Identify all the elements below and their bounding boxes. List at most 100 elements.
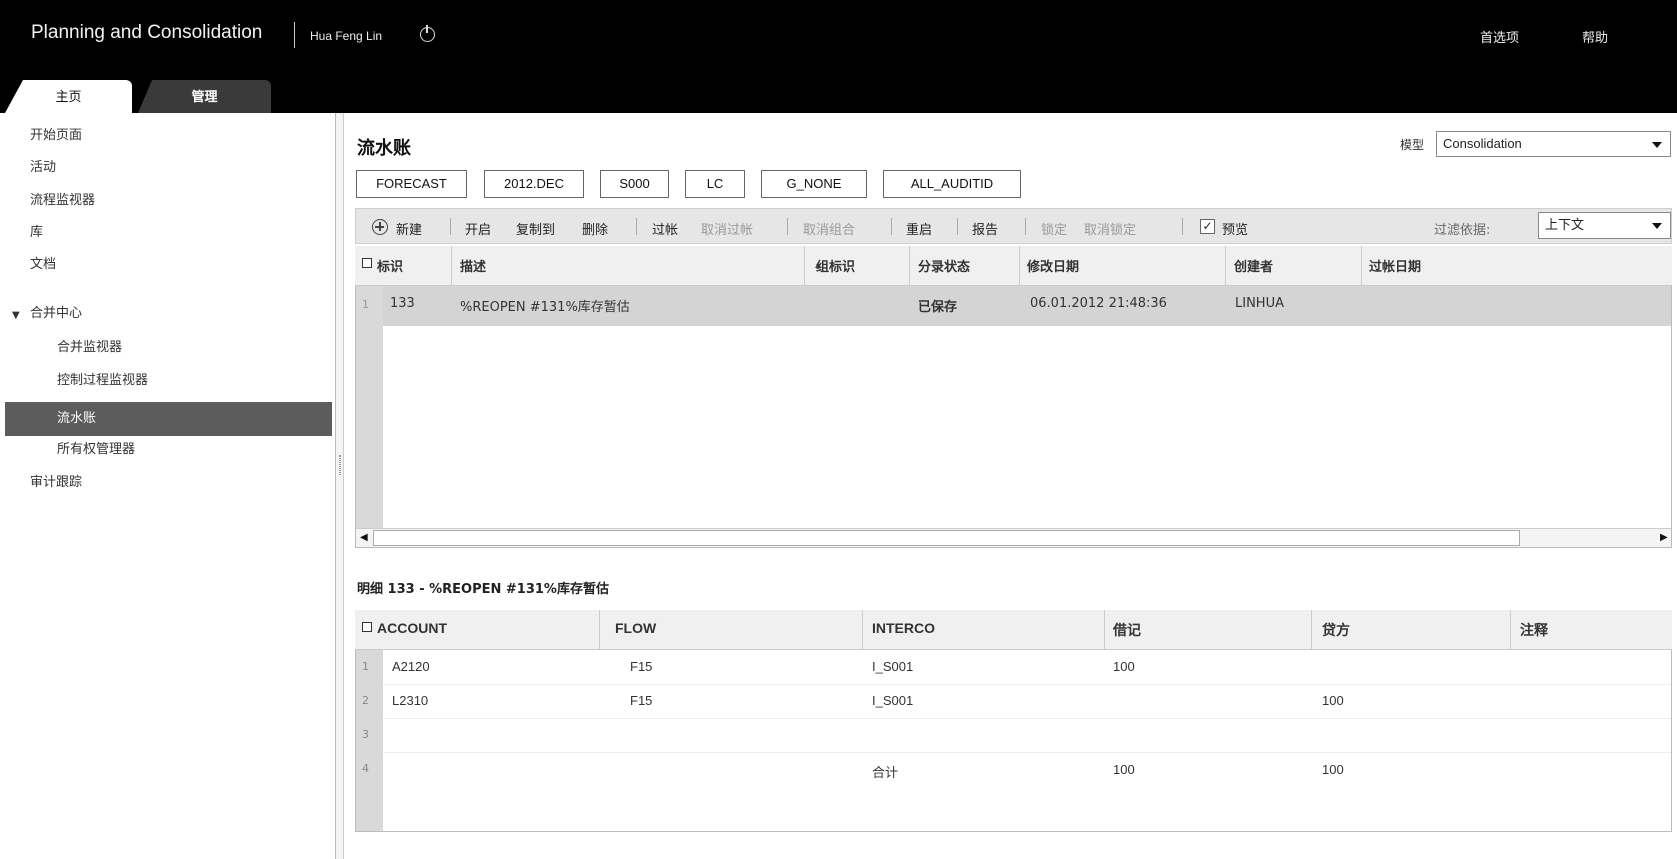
ungroup-button[interactable]: 取消组合	[803, 219, 855, 238]
cell-total-debit: 100	[1113, 762, 1135, 777]
model-label: 模型	[1400, 138, 1425, 152]
row-number: 1	[362, 660, 369, 673]
toolbar-divider	[636, 218, 637, 235]
open-button[interactable]: 开启	[465, 219, 491, 238]
context-group-button[interactable]: G_NONE	[761, 170, 867, 198]
chevron-down-icon	[1652, 142, 1662, 148]
tab-admin[interactable]: 管理	[138, 80, 271, 113]
user-name: Hua Feng Lin	[310, 29, 383, 43]
preferences-link[interactable]: 首选项	[1480, 27, 1519, 46]
toolbar-divider	[891, 218, 892, 235]
reopen-button[interactable]: 重启	[906, 219, 932, 238]
scrollbar-thumb[interactable]	[373, 530, 1520, 546]
column-divider	[1361, 246, 1362, 286]
logout-power-icon[interactable]	[420, 25, 435, 42]
col-header-description[interactable]: 描述	[460, 256, 486, 275]
post-button[interactable]: 过帐	[652, 219, 678, 238]
sidebar-item-consolidation-center[interactable]: 合并中心	[30, 299, 82, 329]
row-number: 4	[362, 762, 369, 775]
col-header-group-id[interactable]: 组标识	[816, 256, 855, 275]
cell-flow[interactable]: F15	[630, 659, 652, 674]
context-auditid-button[interactable]: ALL_AUDITID	[883, 170, 1021, 198]
journal-grid-header	[355, 246, 1672, 286]
title-separator	[294, 22, 295, 48]
cell-interco[interactable]: I_S001	[872, 659, 913, 674]
scroll-right-icon[interactable]: ▶	[1660, 532, 1668, 543]
sidebar-item-journals[interactable]: 流水账	[5, 402, 332, 436]
column-chooser-icon[interactable]	[362, 258, 372, 268]
cell-status[interactable]: 已保存	[918, 296, 957, 315]
sidebar-item-ownership-manager[interactable]: 所有权管理器	[57, 435, 135, 465]
cell-creator[interactable]: LINHUA	[1235, 296, 1284, 311]
filter-value: 上下文	[1545, 218, 1585, 233]
sidebar-item-process-monitor[interactable]: 流程监视器	[30, 186, 95, 216]
model-select[interactable]: Consolidation	[1436, 131, 1671, 157]
cell-debit[interactable]: 100	[1113, 659, 1135, 674]
detail-title: 明细 133 - %REOPEN #131%库存暂估	[357, 582, 609, 597]
cell-account[interactable]: L2310	[392, 693, 428, 708]
column-divider	[1019, 246, 1020, 286]
add-circle-icon[interactable]	[372, 219, 388, 235]
sidebar-item-start-page[interactable]: 开始页面	[30, 121, 82, 151]
tab-home[interactable]: 主页	[5, 80, 132, 113]
expand-triangle-icon[interactable]: ▼	[12, 310, 20, 321]
app-header: Planning and Consolidation Hua Feng Lin …	[0, 0, 1677, 113]
scroll-left-icon[interactable]: ◀	[360, 532, 368, 543]
context-entity-button[interactable]: S000	[600, 170, 669, 198]
copy-to-button[interactable]: 复制到	[516, 219, 555, 238]
new-button[interactable]: 新建	[396, 219, 422, 238]
sidebar-item-control-monitor[interactable]: 控制过程监视器	[57, 366, 148, 396]
col-header-creator[interactable]: 创建者	[1234, 256, 1273, 275]
col-header-modified[interactable]: 修改日期	[1027, 256, 1079, 275]
detail-grid-header	[355, 610, 1672, 650]
toolbar-divider	[450, 218, 451, 235]
row-number: 3	[362, 728, 369, 741]
col-header-flow[interactable]: FLOW	[615, 620, 656, 636]
sidebar-item-audit-trail[interactable]: 审计跟踪	[30, 468, 82, 498]
cell-id[interactable]: 133	[390, 296, 415, 311]
col-header-posted[interactable]: 过帐日期	[1369, 256, 1421, 275]
preview-checkbox[interactable]: ✓	[1200, 219, 1215, 234]
chevron-down-icon	[1652, 223, 1662, 229]
sidebar-item-activities[interactable]: 活动	[30, 153, 56, 183]
row-number: 2	[362, 694, 369, 707]
cell-description[interactable]: %REOPEN #131%库存暂估	[460, 296, 630, 315]
delete-button[interactable]: 删除	[582, 219, 608, 238]
sidebar-item-consolidation-monitor[interactable]: 合并监视器	[57, 333, 122, 363]
filter-label: 过滤依据:	[1434, 223, 1491, 238]
sidebar-item-label: 流水账	[57, 411, 97, 426]
col-header-credit[interactable]: 贷方	[1322, 620, 1350, 640]
lock-button[interactable]: 锁定	[1041, 219, 1067, 238]
pane-splitter[interactable]	[336, 113, 344, 859]
row-divider	[383, 718, 1671, 719]
cell-flow[interactable]: F15	[630, 693, 652, 708]
cell-account[interactable]: A2120	[392, 659, 430, 674]
context-currency-button[interactable]: LC	[685, 170, 745, 198]
cell-interco[interactable]: I_S001	[872, 693, 913, 708]
col-header-debit[interactable]: 借记	[1113, 620, 1141, 640]
cell-credit[interactable]: 100	[1322, 693, 1344, 708]
column-divider	[804, 246, 805, 286]
filter-select[interactable]: 上下文	[1538, 212, 1671, 239]
col-header-interco[interactable]: INTERCO	[872, 620, 935, 636]
sidebar-item-library[interactable]: 库	[30, 218, 43, 248]
splitter-grip-icon[interactable]	[339, 455, 341, 475]
col-header-account[interactable]: ACCOUNT	[377, 620, 447, 636]
row-divider	[383, 684, 1671, 685]
sidebar-item-documents[interactable]: 文档	[30, 250, 56, 280]
cell-modified[interactable]: 06.01.2012 21:48:36	[1030, 296, 1167, 311]
col-header-status[interactable]: 分录状态	[918, 256, 970, 275]
column-divider	[1510, 610, 1511, 650]
page-title: 流水账	[357, 138, 411, 159]
report-button[interactable]: 报告	[972, 219, 998, 238]
unlock-button[interactable]: 取消锁定	[1084, 219, 1136, 238]
col-header-id[interactable]: 标识	[377, 256, 403, 275]
column-divider	[451, 246, 452, 286]
help-link[interactable]: 帮助	[1582, 27, 1608, 46]
unpost-button[interactable]: 取消过帐	[701, 219, 753, 238]
col-header-notes[interactable]: 注释	[1520, 620, 1548, 640]
toolbar-divider	[787, 218, 788, 235]
context-time-button[interactable]: 2012.DEC	[484, 170, 584, 198]
column-chooser-icon[interactable]	[362, 622, 372, 632]
context-category-button[interactable]: FORECAST	[356, 170, 467, 198]
